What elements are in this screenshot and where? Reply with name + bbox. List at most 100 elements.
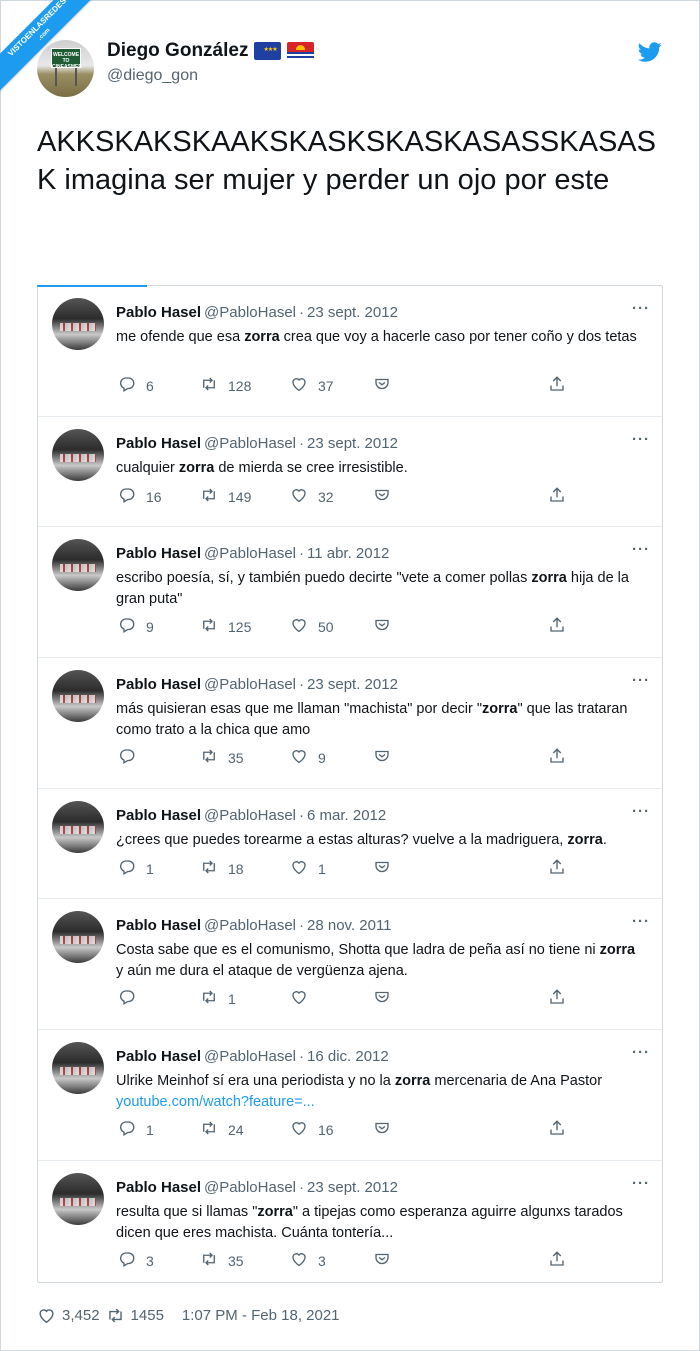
share-button[interactable] [373,747,391,768]
tweet-footer: 3,452 1455 1:07 PM - Feb 18, 2021 [37,1306,340,1325]
quoted-tweet[interactable]: Pablo Hasel @PabloHasel · 23 sept. 2012 ··· r… [38,1161,662,1284]
like-button[interactable]: 16 [290,1119,334,1140]
upload-button[interactable] [548,747,566,768]
quoted-date[interactable]: 28 nov. 2011 [307,917,392,934]
more-options-icon[interactable]: ··· [632,913,650,930]
author-avatar[interactable]: WELCOME TO CINEASMER [37,40,94,97]
quoted-tweet[interactable]: Pablo Hasel @PabloHasel · 11 abr. 2012 ··· es… [38,527,662,658]
share-button[interactable] [373,375,391,396]
more-options-icon[interactable]: ··· [632,1175,650,1192]
quoted-author-avatar[interactable] [52,298,104,350]
share-button[interactable] [373,1119,391,1140]
quoted-author-avatar[interactable] [52,911,104,963]
like-button[interactable] [290,988,318,1009]
quoted-author-name[interactable]: Pablo Hasel [116,545,201,562]
quoted-date[interactable]: 11 abr. 2012 [307,545,389,562]
retweet-button[interactable]: 125 [200,616,251,637]
retweet-icon[interactable] [106,1306,125,1325]
more-options-icon[interactable]: ··· [632,803,650,820]
like-button[interactable]: 50 [290,616,334,637]
quoted-author-name[interactable]: Pablo Hasel [116,435,201,452]
quoted-date[interactable]: 23 sept. 2012 [307,435,398,452]
quoted-author-handle[interactable]: @PabloHasel [204,304,296,321]
more-options-icon[interactable]: ··· [632,672,650,689]
quoted-author-avatar[interactable] [52,429,104,481]
retweet-button[interactable]: 149 [200,486,251,507]
retweet-button[interactable]: 35 [200,747,244,768]
upload-button[interactable] [548,988,566,1009]
more-options-icon[interactable]: ··· [632,431,650,448]
author-handle[interactable]: @diego_gon [107,67,198,85]
author-display-name[interactable]: Diego González [107,40,248,62]
like-button[interactable]: 3 [290,1250,326,1271]
share-button[interactable] [373,616,391,637]
quoted-date[interactable]: 23 sept. 2012 [307,1179,398,1196]
upload-button[interactable] [548,375,566,396]
like-button[interactable]: 37 [290,375,334,396]
reply-button[interactable] [118,747,146,768]
quoted-date[interactable]: 23 sept. 2012 [307,676,398,693]
upload-button[interactable] [548,616,566,637]
reply-button[interactable]: 3 [118,1250,154,1271]
quoted-author-name[interactable]: Pablo Hasel [116,304,201,321]
more-options-icon[interactable]: ··· [632,541,650,558]
quoted-tweet[interactable]: Pablo Hasel @PabloHasel · 28 nov. 2011 ··· Co… [38,899,662,1030]
like-button[interactable]: 32 [290,486,334,507]
quoted-date[interactable]: 6 mar. 2012 [307,807,386,824]
retweet-button[interactable]: 35 [200,1250,244,1271]
twitter-bird-icon[interactable] [638,40,662,64]
retweet-icon [200,747,218,768]
quoted-tweet[interactable]: Pablo Hasel @PabloHasel · 6 mar. 2012 ··· ¿cr… [38,789,662,899]
share-button[interactable] [373,988,391,1009]
upload-button[interactable] [548,858,566,879]
reply-button[interactable] [118,988,146,1009]
quoted-date[interactable]: 23 sept. 2012 [307,304,398,321]
more-options-icon[interactable]: ··· [632,1044,650,1061]
quoted-author-avatar[interactable] [52,539,104,591]
reply-button[interactable]: 6 [118,375,154,396]
quoted-author-avatar[interactable] [52,670,104,722]
reply-button[interactable]: 1 [118,1119,154,1140]
quoted-author-handle[interactable]: @PabloHasel [204,807,296,824]
quoted-author-handle[interactable]: @PabloHasel [204,435,296,452]
upload-button[interactable] [548,1250,566,1271]
like-count: 9 [318,749,326,766]
quoted-author-name[interactable]: Pablo Hasel [116,807,201,824]
quoted-author-name[interactable]: Pablo Hasel [116,676,201,693]
quoted-author-name[interactable]: Pablo Hasel [116,917,201,934]
share-button[interactable] [373,486,391,507]
quoted-author-avatar[interactable] [52,1042,104,1094]
quoted-author-handle[interactable]: @PabloHasel [204,1179,296,1196]
upload-button[interactable] [548,1119,566,1140]
quoted-author-handle[interactable]: @PabloHasel [204,1048,296,1065]
heart-icon [290,747,308,768]
share-button[interactable] [373,1250,391,1271]
quoted-tweet[interactable]: Pablo Hasel @PabloHasel · 23 sept. 2012 ··· m… [38,658,662,789]
quoted-link[interactable]: youtube.com/watch?feature=... [116,1094,315,1110]
reply-button[interactable]: 1 [118,858,154,879]
quoted-tweet[interactable]: Pablo Hasel @PabloHasel · 16 dic. 2012 ··· Ul… [38,1030,662,1161]
like-button[interactable]: 1 [290,858,326,879]
heart-icon[interactable] [37,1306,56,1325]
upload-button[interactable] [548,486,566,507]
quoted-author-avatar[interactable] [52,1173,104,1225]
retweet-button[interactable]: 128 [200,375,251,396]
quoted-date[interactable]: 16 dic. 2012 [307,1048,389,1065]
share-button[interactable] [373,858,391,879]
like-button[interactable]: 9 [290,747,326,768]
quoted-author-handle[interactable]: @PabloHasel [204,917,296,934]
quoted-author-name[interactable]: Pablo Hasel [116,1179,201,1196]
retweet-button[interactable]: 1 [200,988,236,1009]
retweet-button[interactable]: 24 [200,1119,244,1140]
quoted-tweet[interactable]: Pablo Hasel @PabloHasel · 23 sept. 2012 ··· m… [38,286,662,417]
tweet-timestamp[interactable]: 1:07 PM - Feb 18, 2021 [182,1307,340,1324]
quoted-author-avatar[interactable] [52,801,104,853]
quoted-tweet[interactable]: Pablo Hasel @PabloHasel · 23 sept. 2012 ··· c… [38,417,662,527]
reply-button[interactable]: 9 [118,616,154,637]
more-options-icon[interactable]: ··· [632,300,650,317]
reply-button[interactable]: 16 [118,486,162,507]
quoted-author-handle[interactable]: @PabloHasel [204,545,296,562]
retweet-button[interactable]: 18 [200,858,244,879]
quoted-author-handle[interactable]: @PabloHasel [204,676,296,693]
quoted-author-name[interactable]: Pablo Hasel [116,1048,201,1065]
